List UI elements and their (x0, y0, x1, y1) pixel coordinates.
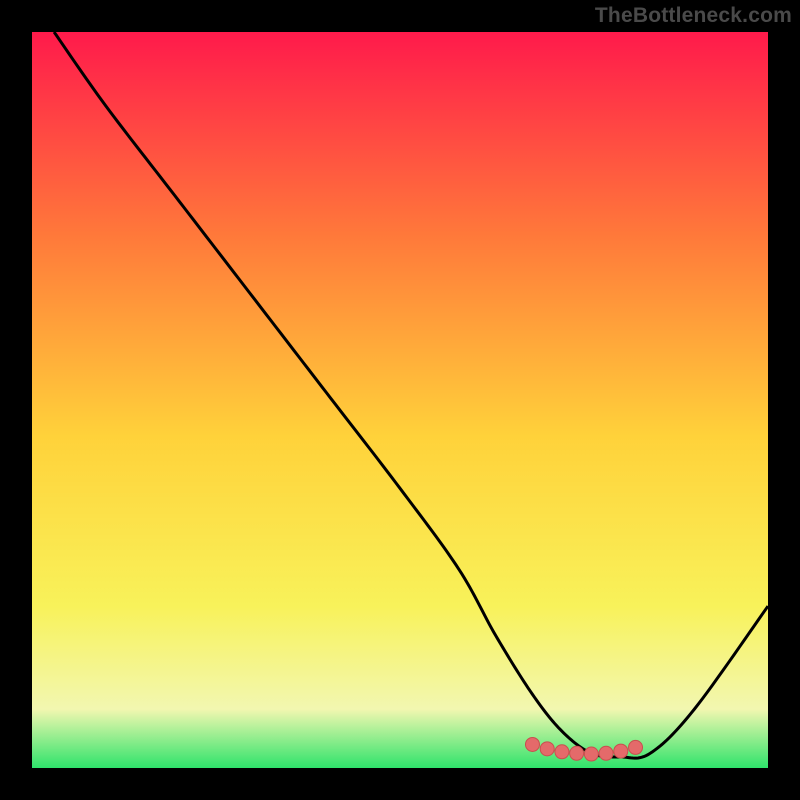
watermark-text: TheBottleneck.com (595, 4, 792, 28)
plot-area (32, 32, 768, 768)
optimal-marker (570, 746, 584, 760)
optimal-marker (599, 746, 613, 760)
optimal-marker (555, 745, 569, 759)
optimal-marker (525, 737, 539, 751)
chart-svg (32, 32, 768, 768)
gradient-rect (32, 32, 768, 768)
optimal-marker (614, 744, 628, 758)
chart-frame: TheBottleneck.com (0, 0, 800, 800)
optimal-marker (584, 747, 598, 761)
optimal-marker (629, 740, 643, 754)
optimal-marker (540, 742, 554, 756)
